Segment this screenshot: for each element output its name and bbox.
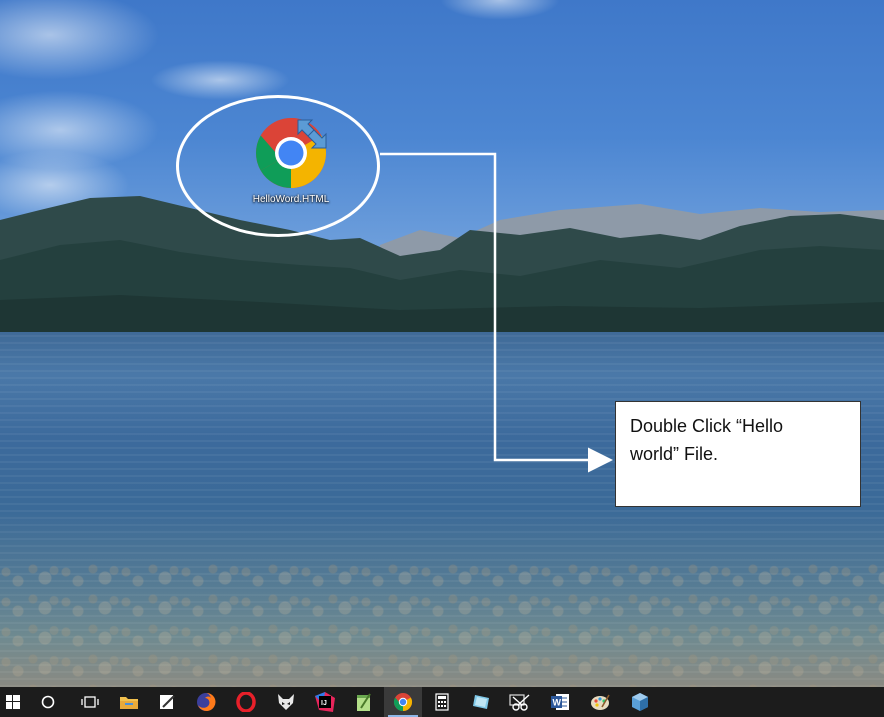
callout-text-line2: world” File.	[630, 444, 719, 464]
mountains	[0, 196, 884, 340]
cloud	[440, 0, 560, 20]
callout-text-line1: Double Click “Hello	[630, 416, 784, 436]
word-icon: W	[551, 694, 569, 710]
paint-button[interactable]	[580, 687, 620, 717]
start-button[interactable]	[0, 687, 26, 717]
intellij-button[interactable]: IJ	[306, 687, 344, 717]
svg-text:IJ: IJ	[321, 700, 327, 707]
file-explorer-button[interactable]	[110, 687, 148, 717]
palette-icon	[591, 694, 610, 710]
firefox-button[interactable]	[186, 687, 226, 717]
fox-icon	[278, 694, 294, 710]
tablet-icon	[473, 695, 489, 709]
snipping-tool-button[interactable]	[500, 687, 540, 717]
cloud	[0, 0, 160, 80]
desktop[interactable]: HelloWord.HTML Double Click “Hello world…	[0, 0, 884, 687]
chrome-taskbar-button[interactable]	[384, 687, 422, 717]
windows-logo-icon	[6, 695, 20, 709]
task-view-button[interactable]	[70, 687, 110, 717]
firefox-icon	[197, 692, 216, 711]
cortana-button[interactable]	[26, 687, 70, 717]
cube-icon	[632, 693, 648, 711]
desktop-icon-hello-world-file[interactable]: HelloWord.HTML	[248, 116, 334, 216]
svg-text:W: W	[553, 698, 562, 708]
chrome-icon	[393, 693, 413, 711]
notepad-button[interactable]	[148, 687, 186, 717]
intellij-icon: IJ	[315, 692, 335, 712]
pebbles	[0, 560, 884, 687]
notepadpp-button[interactable]	[344, 687, 384, 717]
taskbar: IJ W	[0, 687, 884, 717]
circle-search-icon	[41, 695, 55, 709]
scissors-icon	[509, 694, 530, 711]
chrome-icon	[254, 116, 328, 190]
pen-paper-icon	[160, 695, 175, 709]
word-button[interactable]: W	[540, 687, 580, 717]
desktop-icon-label: HelloWord.HTML	[252, 194, 330, 205]
task-view-icon	[81, 696, 99, 708]
calculator-icon	[435, 693, 449, 711]
virtualbox-button[interactable]	[620, 687, 660, 717]
opera-button[interactable]	[226, 687, 266, 717]
cloud	[150, 60, 290, 100]
folder-icon	[120, 697, 138, 709]
notepadpp-icon	[357, 693, 371, 711]
instruction-callout: Double Click “Hello world” File.	[615, 401, 861, 507]
paint3d-button[interactable]	[462, 687, 500, 717]
calculator-button[interactable]	[422, 687, 462, 717]
foxit-button[interactable]	[266, 687, 306, 717]
opera-icon	[236, 692, 256, 712]
